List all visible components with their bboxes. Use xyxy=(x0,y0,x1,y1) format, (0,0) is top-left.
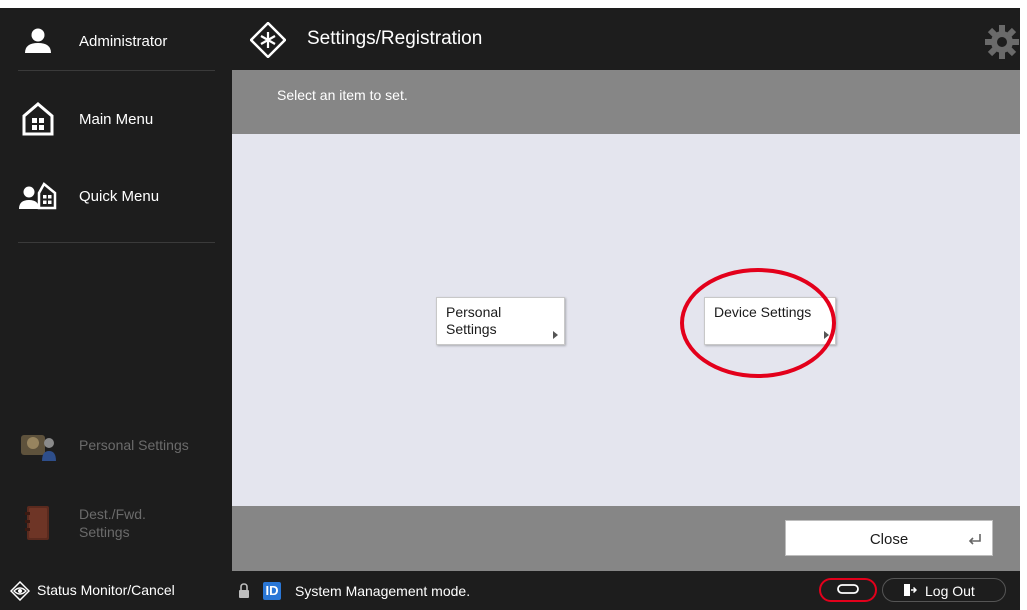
page-title: Settings/Registration xyxy=(307,28,483,49)
close-button[interactable]: Close xyxy=(785,520,993,556)
close-button-label: Close xyxy=(869,531,909,548)
id-badge: ID xyxy=(263,582,281,600)
status-bar: Status Monitor/Cancel ID System Manageme… xyxy=(0,571,1020,610)
system-mode-label: System Management mode. xyxy=(295,583,471,599)
user-icon xyxy=(18,23,58,59)
sidebar: Administrator Main Menu Quick Menu Perso… xyxy=(0,8,232,571)
quick-menu-icon xyxy=(18,178,58,214)
sidebar-divider xyxy=(18,242,215,243)
sidebar-user[interactable]: Administrator xyxy=(0,12,232,70)
enter-arrow-icon xyxy=(968,533,982,548)
sidebar-shortcut-dest-fwd-settings[interactable]: Dest./Fwd. Settings xyxy=(0,498,232,548)
sidebar-divider xyxy=(18,70,215,71)
gear-icon[interactable] xyxy=(984,24,1020,60)
home-icon xyxy=(18,101,58,137)
address-book-icon xyxy=(18,505,58,541)
sidebar-user-label: Administrator xyxy=(79,32,168,50)
chevron-right-icon xyxy=(824,331,829,339)
tile-label: Personal Settings xyxy=(446,304,502,337)
sidebar-item-quick-menu[interactable]: Quick Menu xyxy=(0,168,232,224)
action-bar: Close xyxy=(232,506,1020,571)
instruction-bar: Select an item to set. xyxy=(232,70,1020,134)
sidebar-item-main-menu[interactable]: Main Menu xyxy=(0,91,232,147)
status-monitor-button[interactable]: Status Monitor/Cancel xyxy=(0,571,232,610)
logout-button[interactable]: Log Out xyxy=(882,578,1006,602)
sidebar-shortcut-label: Personal Settings xyxy=(79,437,189,453)
personal-settings-icon xyxy=(18,427,58,463)
logout-label: Log Out xyxy=(925,583,975,599)
logout-icon xyxy=(903,583,918,597)
personal-settings-tile[interactable]: Personal Settings xyxy=(436,297,565,345)
tile-label: Device Settings xyxy=(714,304,812,320)
sidebar-item-label: Quick Menu xyxy=(79,187,160,205)
content-area: Personal Settings Device Settings xyxy=(232,134,1020,506)
chevron-right-icon xyxy=(553,331,558,339)
status-monitor-icon xyxy=(9,580,31,602)
app-window: Administrator Main Menu Quick Menu Perso… xyxy=(0,0,1027,610)
link-icon xyxy=(837,581,859,599)
sidebar-shortcut-personal-settings[interactable]: Personal Settings xyxy=(0,420,232,470)
lock-icon xyxy=(238,583,250,599)
link-button[interactable] xyxy=(819,578,877,602)
sidebar-shortcut-label: Dest./Fwd. Settings xyxy=(79,506,146,540)
settings-registration-icon xyxy=(249,21,287,59)
header: Settings/Registration xyxy=(232,8,1020,70)
device-settings-tile[interactable]: Device Settings xyxy=(704,297,836,345)
sidebar-item-label: Main Menu xyxy=(79,110,154,128)
status-monitor-label: Status Monitor/Cancel xyxy=(37,582,175,598)
instruction-text: Select an item to set. xyxy=(277,87,408,103)
